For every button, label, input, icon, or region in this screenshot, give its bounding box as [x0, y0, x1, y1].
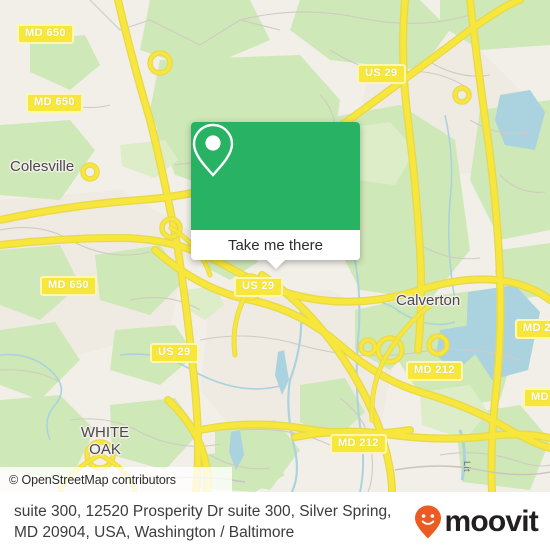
osm-attribution[interactable]: © OpenStreetMap contributors — [0, 467, 232, 492]
moovit-map-screenshot: MD 650 MD 650 US 29 MD 650 US 29 US 29 M… — [0, 0, 550, 550]
place-label-calverton: Calverton — [396, 292, 461, 309]
street-label-vertical: Lit — [462, 461, 472, 473]
road-shield-us-29-sw[interactable]: US 29 — [150, 343, 199, 363]
road-shield-md-650-nw[interactable]: MD 650 — [17, 24, 74, 44]
road-shield-md-2-edge[interactable]: MD 2 — [515, 319, 550, 339]
moovit-logo[interactable]: moovit — [413, 504, 550, 540]
callout-header — [191, 122, 360, 230]
footer-bar: suite 300, 12520 Prosperity Dr suite 300… — [0, 492, 550, 550]
callout-pointer-tail — [265, 259, 286, 269]
place-label-white-oak-line2: OAK — [89, 441, 121, 458]
road-shield-md-212-e[interactable]: MD 212 — [406, 361, 463, 381]
callout-footer[interactable]: Take me there — [191, 230, 360, 260]
place-label-white-oak-line1: WHITE — [80, 424, 130, 441]
moovit-wordmark: moovit — [444, 504, 538, 538]
road-shield-us-29-ne[interactable]: US 29 — [357, 64, 406, 84]
road-shield-md-650-sw[interactable]: MD 650 — [40, 276, 97, 296]
road-shield-md-212-s[interactable]: MD 212 — [330, 434, 387, 454]
address-text: suite 300, 12520 Prosperity Dr suite 300… — [14, 502, 392, 541]
place-label-colesville: Colesville — [10, 158, 75, 175]
road-shield-md-650-w[interactable]: MD 650 — [26, 93, 83, 113]
map-pin-icon — [192, 123, 234, 177]
road-shield-md-edge[interactable]: MD — [523, 388, 550, 408]
moovit-pin-icon — [415, 505, 442, 538]
road-shield-us-29-center[interactable]: US 29 — [234, 277, 283, 297]
take-me-there-button[interactable]: Take me there — [228, 237, 323, 254]
map-canvas[interactable]: MD 650 MD 650 US 29 MD 650 US 29 US 29 M… — [0, 0, 550, 492]
location-callout-card[interactable]: Take me there — [191, 122, 360, 269]
osm-attribution-text: © OpenStreetMap contributors — [9, 472, 176, 487]
place-label-white-oak: WHITE OAK — [73, 424, 137, 458]
